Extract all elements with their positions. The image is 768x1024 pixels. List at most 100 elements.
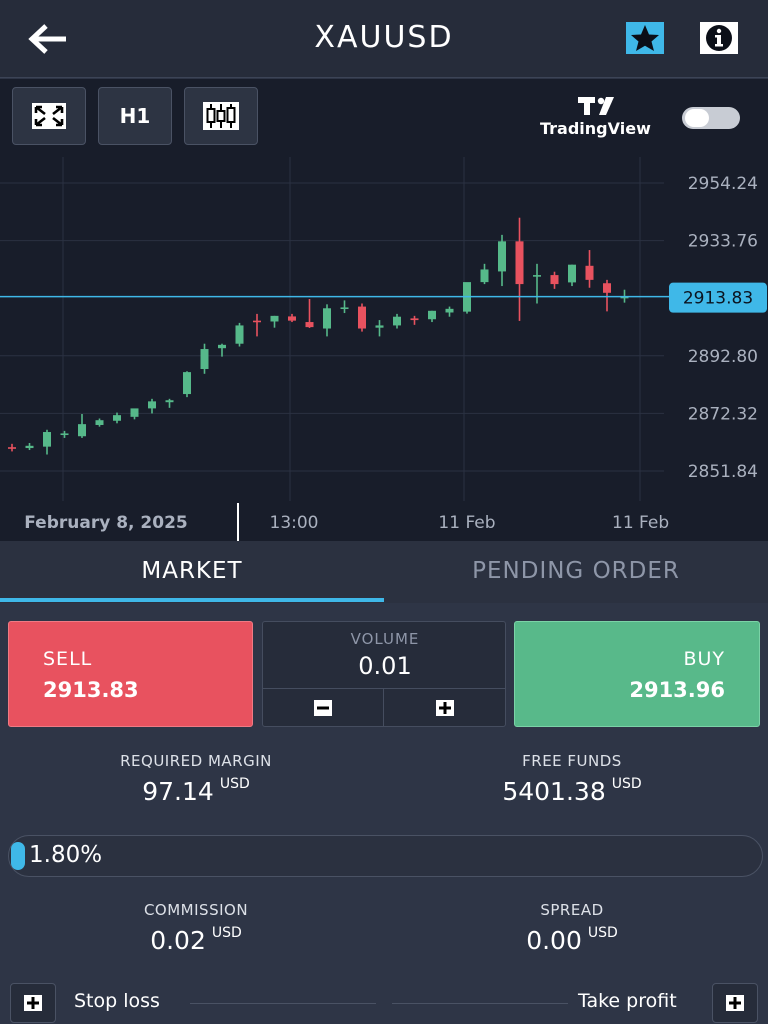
take-profit-add-button[interactable] [712,983,758,1023]
tab-market[interactable]: MARKET [0,541,384,603]
tradingview-toggle[interactable] [682,107,740,129]
candle [515,217,524,321]
header: XAUUSD [0,0,768,78]
candle-body [305,322,314,328]
candle [148,398,156,414]
price-tick-label: 2892.80 [688,347,758,367]
candle [200,343,209,374]
tab-pending-order[interactable]: PENDING ORDER [384,541,768,603]
candle-body [533,275,541,277]
candle-body [428,310,436,320]
candle-body [130,408,139,417]
margin-usage-bar: 1.80% [8,835,763,877]
candle-body [78,424,86,437]
take-profit-label[interactable]: Take profit [578,990,677,1012]
candle [130,408,139,420]
candle [235,322,244,347]
candle-body [568,264,576,283]
volume-value[interactable]: 0.01 [263,652,507,680]
candle [533,263,541,304]
timeframe-button[interactable]: H1 [98,87,172,145]
candle-body [585,265,594,280]
candle [95,418,104,427]
sell-price: 2913.83 [43,678,139,702]
candlestick-chart[interactable]: 2954.24 2933.76 2892.80 2872.32 2851.84 2913.… [0,79,768,541]
candle-body [288,316,296,321]
buy-label: BUY [683,648,725,670]
time-axis-label: 11 Feb [438,513,495,533]
candle-body [95,420,104,425]
candle-body [60,433,69,436]
buy-button[interactable]: BUY 2913.96 [514,621,760,727]
candle-body [270,315,279,322]
time-axis-cover [670,507,768,541]
sell-button[interactable]: SELL 2913.83 [8,621,253,727]
candle [60,430,69,438]
tradingview-mark-icon [578,97,614,115]
candle-body [323,308,331,329]
commission-unit: USD [211,925,242,941]
price-tick-label: 2933.76 [688,232,758,252]
stop-loss-add-button[interactable] [10,983,56,1023]
free-funds-label: FREE FUNDS [522,752,622,770]
spread-unit: USD [587,925,618,941]
tradingview-wordmark: TradingView [540,119,651,138]
candle [165,398,174,408]
spread-label: SPREAD [540,901,604,919]
candlestick-icon [203,102,239,130]
current-price-label: 2913.83 [683,289,753,309]
candle-body [393,316,401,326]
candle [8,443,16,452]
candle-body [43,432,51,447]
candle [340,300,349,314]
free-funds-value: 5401.38 [502,777,606,806]
sell-label: SELL [43,648,93,670]
candle [25,442,34,451]
active-tab-indicator [0,598,384,602]
candle [270,315,279,328]
margin-usage-fill [11,842,25,870]
spread-value: 0.00 [526,926,582,955]
commission-label: COMMISSION [143,901,249,919]
stop-loss-label[interactable]: Stop loss [74,990,160,1012]
timeframe-label: H1 [119,104,151,128]
candle-body [603,283,611,293]
margin-usage-text: 1.80% [29,842,103,868]
candle [410,315,419,325]
candle [445,306,454,317]
candle [218,343,226,357]
chart-type-button[interactable] [184,87,258,145]
info-button[interactable] [700,22,738,54]
candle [43,429,51,455]
plus-icon [726,995,744,1011]
candle [603,279,611,312]
plus-icon [24,995,42,1011]
minus-icon [314,700,332,716]
spread: SPREAD 0.00 USD [416,901,728,955]
candle [183,371,191,398]
candle-body [235,325,244,344]
candle [428,310,436,323]
candle [288,313,296,323]
candle-body [550,275,559,285]
candle-body [480,269,489,283]
candle-body [358,306,366,329]
volume-label: VOLUME [350,630,420,648]
candle-body [25,445,34,449]
expand-icon [32,103,66,129]
candle [113,412,121,424]
price-chart[interactable]: 2954.24 2933.76 2892.80 2872.32 2851.84 2913.… [0,79,768,541]
fullscreen-button[interactable] [12,87,86,145]
candle-body [183,372,191,395]
favorite-button[interactable] [626,22,664,54]
candle-body [445,308,454,313]
candle-body [515,241,524,285]
time-axis-label: 11 Feb [612,513,669,533]
volume-decrease-button[interactable] [263,688,384,727]
candle [498,234,506,287]
order-tabs: MARKET PENDING ORDER [0,541,768,603]
candle-body [253,320,261,323]
volume-increase-button[interactable] [384,688,505,727]
candle [305,298,314,328]
candle-body [340,307,349,310]
